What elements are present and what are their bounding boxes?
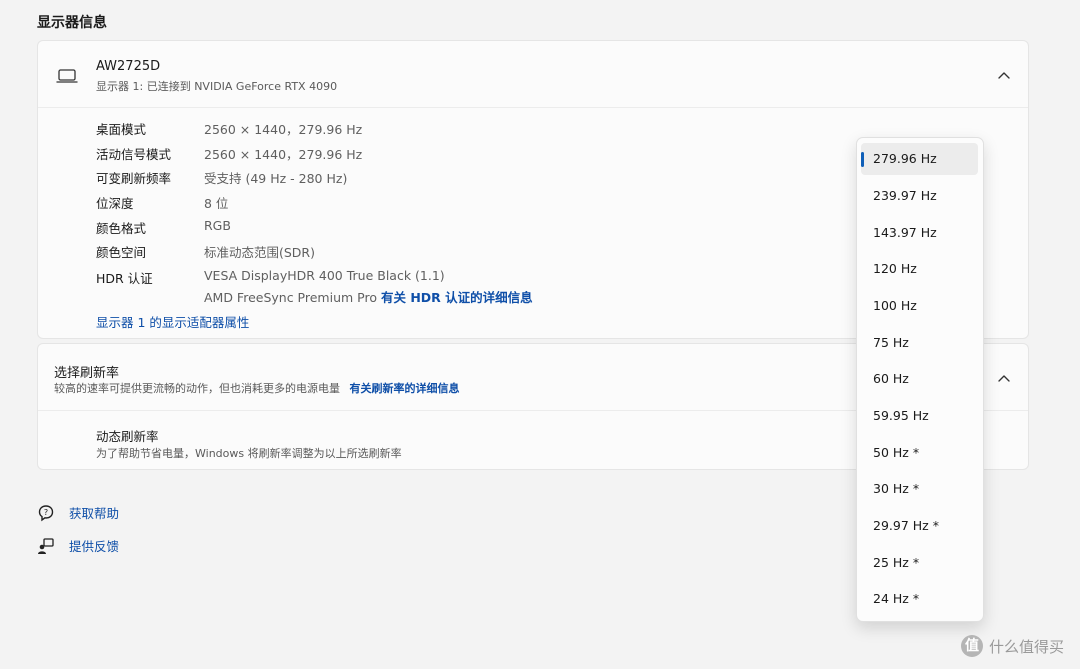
dropdown-option[interactable]: 239.97 Hz bbox=[861, 180, 978, 212]
dynamic-refresh-subtitle: 为了帮助节省电量，Windows 将刷新率调整为以上所选刷新率 bbox=[96, 447, 402, 460]
prop-label-signal-mode: 活动信号模式 bbox=[96, 147, 172, 162]
dropdown-option[interactable]: 50 Hz * bbox=[861, 437, 978, 469]
monitor-subtitle: 显示器 1: 已连接到 NVIDIA GeForce RTX 4090 bbox=[96, 80, 338, 93]
refresh-rate-details-link[interactable]: 有关刷新率的详细信息 bbox=[350, 382, 460, 395]
watermark-text: 什么值得买 bbox=[988, 637, 1064, 656]
prop-value-bit-depth: 8 位 bbox=[204, 196, 229, 211]
dropdown-option[interactable]: 143.97 Hz bbox=[861, 217, 978, 249]
watermark: 值 什么值得买 bbox=[960, 635, 1064, 657]
prop-label-bit-depth: 位深度 bbox=[96, 196, 134, 211]
hdr-details-link[interactable]: 有关 HDR 认证的详细信息 bbox=[381, 290, 533, 305]
prop-label-vrr: 可变刷新频率 bbox=[96, 171, 172, 186]
prop-value-hdr-line1: VESA DisplayHDR 400 True Black (1.1) bbox=[204, 268, 445, 283]
dropdown-option[interactable]: 100 Hz bbox=[861, 290, 978, 322]
refresh-rate-dropdown[interactable]: 279.96 Hz 239.97 Hz 143.97 Hz 120 Hz 100… bbox=[856, 137, 984, 622]
dropdown-option[interactable]: 279.96 Hz bbox=[861, 143, 978, 175]
chevron-up-icon[interactable] bbox=[997, 70, 1011, 80]
svg-text:?: ? bbox=[44, 508, 48, 517]
watermark-logo: 值 bbox=[960, 635, 983, 657]
feedback-row[interactable]: 提供反馈 bbox=[37, 536, 119, 555]
get-help-row[interactable]: ? 获取帮助 bbox=[37, 503, 119, 522]
dropdown-option[interactable]: 24 Hz * bbox=[861, 583, 978, 615]
prop-label-desktop-mode: 桌面模式 bbox=[96, 122, 147, 137]
refresh-rate-subtitle: 较高的速率可提供更流畅的动作，但也消耗更多的电源电量 有关刷新率的详细信息 bbox=[54, 380, 460, 396]
dropdown-option[interactable]: 29.97 Hz * bbox=[861, 510, 978, 542]
feedback-link[interactable]: 提供反馈 bbox=[69, 536, 119, 555]
prop-label-hdr: HDR 认证 bbox=[96, 271, 153, 286]
dynamic-refresh-title: 动态刷新率 bbox=[96, 429, 159, 444]
dropdown-option[interactable]: 60 Hz bbox=[861, 363, 978, 395]
dropdown-option[interactable]: 25 Hz * bbox=[861, 547, 978, 579]
chevron-up-icon[interactable] bbox=[997, 373, 1011, 383]
laptop-icon bbox=[56, 69, 78, 83]
prop-label-color-space: 颜色空间 bbox=[96, 245, 147, 260]
help-icon: ? bbox=[38, 504, 54, 521]
prop-value-vrr: 受支持 (49 Hz - 280 Hz) bbox=[204, 171, 348, 186]
refresh-rate-title: 选择刷新率 bbox=[54, 366, 120, 381]
feedback-icon bbox=[38, 537, 54, 554]
section-title: 显示器信息 bbox=[37, 15, 107, 31]
get-help-link[interactable]: 获取帮助 bbox=[69, 503, 119, 522]
prop-value-hdr-line2: AMD FreeSync Premium Pro 有关 HDR 认证的详细信息 bbox=[204, 287, 533, 306]
adapter-properties-link[interactable]: 显示器 1 的显示适配器属性 bbox=[96, 312, 249, 331]
monitor-name: AW2725D bbox=[96, 59, 161, 74]
dropdown-option[interactable]: 75 Hz bbox=[861, 327, 978, 359]
prop-value-signal-mode: 2560 × 1440，279.96 Hz bbox=[204, 147, 363, 162]
prop-label-color-format: 颜色格式 bbox=[96, 221, 147, 236]
dropdown-option[interactable]: 59.95 Hz bbox=[861, 400, 978, 432]
prop-value-desktop-mode: 2560 × 1440，279.96 Hz bbox=[204, 122, 363, 137]
card-divider bbox=[38, 107, 1028, 108]
dropdown-option[interactable]: 30 Hz * bbox=[861, 473, 978, 505]
prop-value-color-space: 标准动态范围(SDR) bbox=[204, 245, 315, 260]
refresh-rate-desc: 较高的速率可提供更流畅的动作，但也消耗更多的电源电量 bbox=[54, 382, 340, 395]
hdr-freesync-text: AMD FreeSync Premium Pro bbox=[204, 290, 377, 305]
prop-value-color-format: RGB bbox=[204, 218, 231, 233]
dropdown-option[interactable]: 120 Hz bbox=[861, 253, 978, 285]
